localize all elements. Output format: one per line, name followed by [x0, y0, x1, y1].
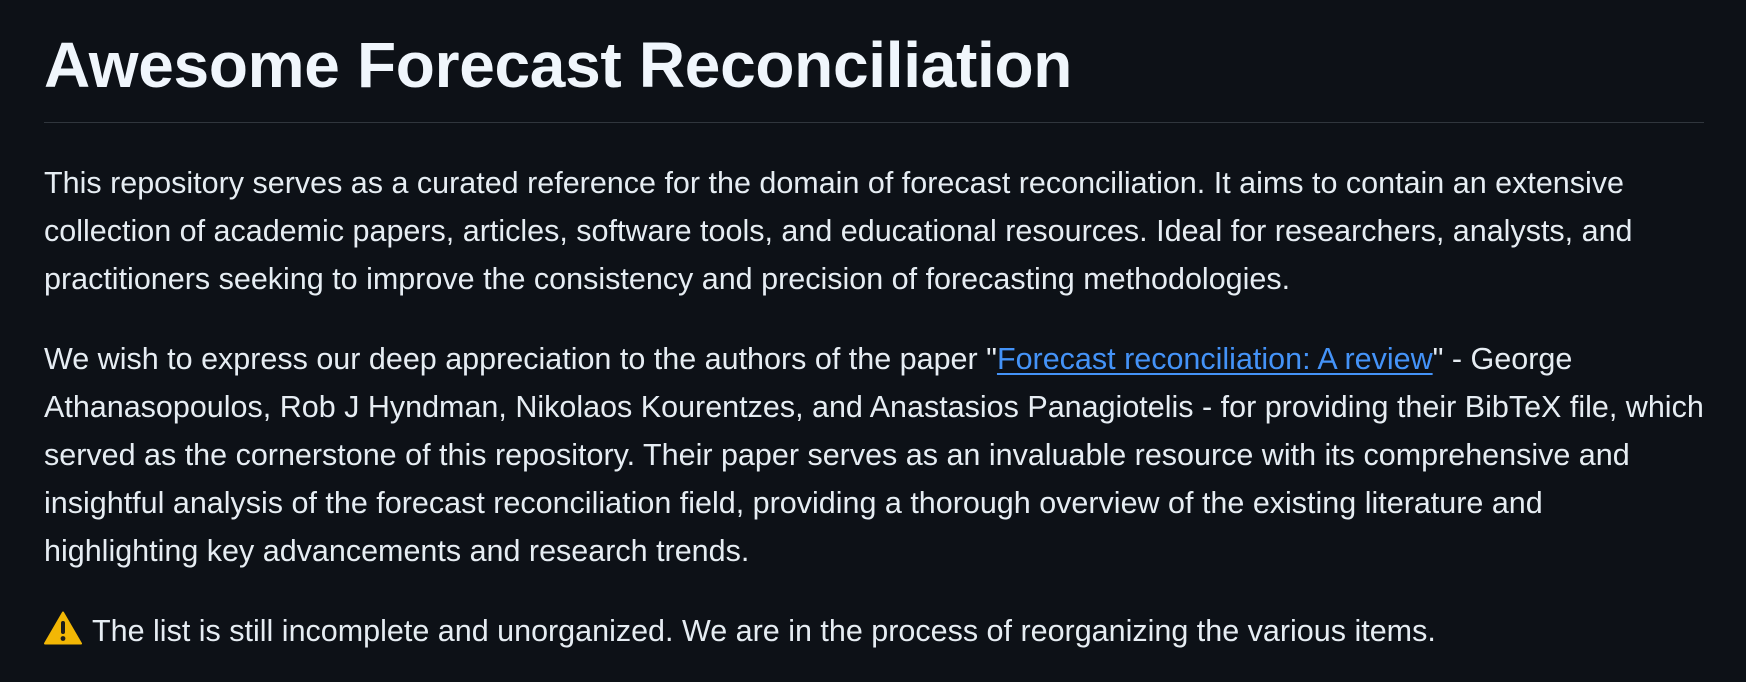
warning-text: The list is still incomplete and unorgan… [92, 614, 1436, 648]
intro-paragraph: This repository serves as a curated refe… [44, 166, 1633, 296]
acknowledgement-paragraph: We wish to express our deep appreciation… [44, 335, 1704, 575]
paper-link[interactable]: Forecast reconciliation: A review [997, 342, 1433, 376]
warning-note: The list is still incomplete and unorgan… [44, 607, 1704, 655]
readme-content: Awesome Forecast Reconciliation This rep… [44, 0, 1704, 655]
title-divider [44, 122, 1704, 123]
page-title: Awesome Forecast Reconciliation [44, 29, 1073, 101]
warning-icon [44, 611, 82, 645]
acknowledgement-text-before: We wish to express our deep appreciation… [44, 342, 997, 376]
